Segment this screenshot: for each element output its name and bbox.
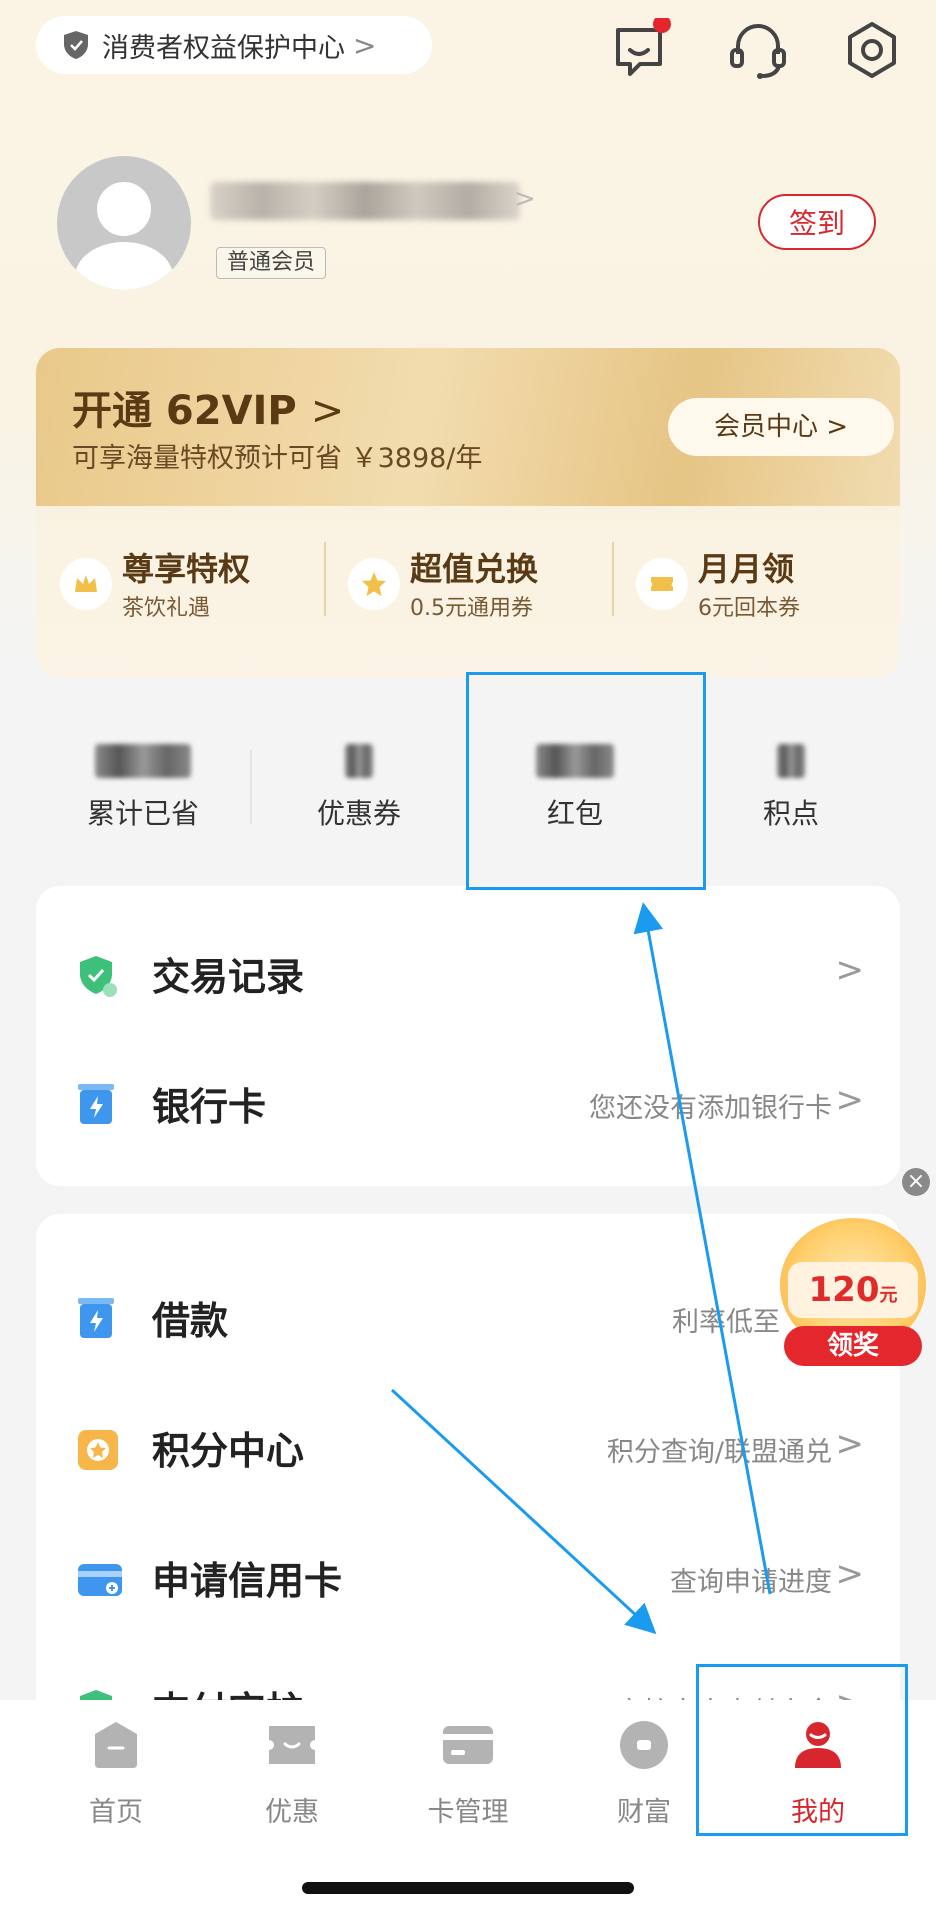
redacted-value (95, 744, 191, 778)
tab-label: 优惠 (265, 1797, 319, 1828)
settings-icon[interactable] (840, 18, 904, 82)
list-item-loan[interactable]: 借款 利率低至 (36, 1270, 900, 1360)
member-center-label: 会员中心 (713, 412, 818, 442)
chevron-right-icon: > (835, 1424, 865, 1464)
stat-label: 优惠券 (316, 797, 401, 830)
loan-icon (78, 1298, 114, 1338)
perk-exchange[interactable]: 超值兑换 0.5元通用券 (348, 544, 578, 634)
perk-title: 月月领 (698, 550, 795, 588)
vip-card: 开通 62VIP > 可享海量特权预计可省 ￥3898/年 会员中心 > 尊享特… (36, 348, 900, 678)
vip-subtitle: 可享海量特权预计可省 ￥3898/年 (72, 443, 483, 474)
ticket-icon (651, 577, 673, 591)
vip-title-text: 开通 62VIP (72, 388, 297, 434)
promo-amount-unit: 元 (879, 1285, 898, 1306)
tab-home[interactable]: 首页 (56, 1718, 176, 1829)
stat-total-saved[interactable]: 累计已省 (68, 744, 218, 832)
list-item-credit-card-apply[interactable]: 申请信用卡 查询申请进度 > (36, 1530, 900, 1620)
wealth-icon (620, 1721, 668, 1769)
home-icon (95, 1722, 137, 1768)
list-item-hint: 查询申请进度 (670, 1567, 832, 1598)
member-center-button[interactable]: 会员中心 > (668, 398, 894, 456)
services-list-card: 借款 利率低至 积分中心 积分查询/联盟通兑 > 申请信用卡 查询申请进度 > … (36, 1214, 900, 1734)
promo-claim-button[interactable]: 领奖 (784, 1326, 922, 1366)
star-icon (362, 572, 386, 596)
chevron-right-icon: > (310, 388, 345, 434)
chevron-right-icon: > (353, 28, 377, 62)
stat-label: 累计已省 (86, 797, 199, 830)
list-item-hint: 积分查询/联盟通兑 (606, 1437, 832, 1468)
bank-card-icon (78, 1084, 114, 1124)
annotation-highlight-mine-tab (696, 1664, 908, 1836)
list-item-label: 申请信用卡 (152, 1559, 343, 1603)
avatar[interactable] (57, 156, 191, 290)
promo-reward-widget[interactable]: 120元 领奖 (780, 1218, 926, 1368)
list-item-transactions[interactable]: 交易记录 > (36, 926, 900, 1016)
chevron-right-icon: > (835, 1080, 865, 1120)
message-icon[interactable] (610, 18, 674, 82)
promo-close-button[interactable]: × (902, 1168, 930, 1196)
shield-icon (64, 31, 88, 59)
points-icon (78, 1430, 118, 1470)
divider (324, 542, 326, 616)
promo-amount-value: 120 (808, 1270, 880, 1310)
customer-service-icon[interactable] (726, 18, 790, 82)
consumer-protection-label: 消费者权益保护中心 (102, 32, 345, 64)
list-item-hint: 您还没有添加银行卡 (589, 1093, 832, 1124)
home-indicator (302, 1882, 634, 1894)
list-item-bank-card[interactable]: 银行卡 您还没有添加银行卡 > (36, 1056, 900, 1146)
profile-chevron-icon: > (514, 184, 536, 214)
chevron-right-icon: > (835, 950, 865, 990)
chevron-right-icon: > (826, 412, 849, 442)
account-list-card: 交易记录 > 银行卡 您还没有添加银行卡 > (36, 886, 900, 1186)
shield-check-icon (80, 956, 117, 997)
stat-points[interactable]: 积点 (716, 744, 866, 832)
redacted-value (777, 744, 805, 778)
redacted-value (345, 744, 373, 778)
perk-exclusive[interactable]: 尊享特权 茶饮礼遇 (60, 544, 290, 634)
chevron-right-icon: > (835, 1554, 865, 1594)
vip-title[interactable]: 开通 62VIP > (72, 378, 344, 436)
list-item-label: 积分中心 (152, 1429, 305, 1473)
list-item-label: 交易记录 (152, 955, 305, 999)
tab-label: 首页 (89, 1797, 143, 1828)
coupon-icon (269, 1726, 315, 1764)
card-icon (443, 1726, 493, 1764)
divider (612, 542, 614, 616)
consumer-protection-center-button[interactable]: 消费者权益保护中心 > (36, 16, 432, 74)
list-item-label: 借款 (152, 1299, 229, 1343)
credit-card-icon (78, 1564, 122, 1596)
perk-monthly[interactable]: 月月领 6元回本券 (636, 544, 866, 634)
divider (250, 750, 252, 824)
tab-label: 财富 (617, 1797, 671, 1828)
perk-title: 超值兑换 (410, 550, 539, 588)
list-item-points-center[interactable]: 积分中心 积分查询/联盟通兑 > (36, 1400, 900, 1490)
stat-coupons[interactable]: 优惠券 (284, 744, 434, 832)
annotation-highlight-red-packet (466, 672, 706, 890)
list-item-label: 银行卡 (152, 1085, 267, 1129)
perk-subtitle: 茶饮礼遇 (122, 596, 211, 621)
tab-wealth[interactable]: 财富 (584, 1718, 704, 1829)
tab-label: 卡管理 (427, 1797, 509, 1828)
crown-icon (75, 575, 97, 592)
member-level-tag: 普通会员 (216, 247, 327, 279)
perk-title: 尊享特权 (122, 550, 251, 588)
promo-amount: 120元 (788, 1262, 918, 1318)
signin-button[interactable]: 签到 (758, 194, 876, 250)
user-phone-redacted[interactable] (210, 182, 520, 220)
stat-label: 积点 (762, 797, 819, 830)
list-item-hint: 利率低至 (672, 1307, 780, 1338)
tab-offers[interactable]: 优惠 (232, 1718, 352, 1829)
perk-subtitle: 6元回本券 (698, 596, 800, 621)
tab-card-management[interactable]: 卡管理 (408, 1718, 528, 1829)
perk-subtitle: 0.5元通用券 (410, 596, 533, 621)
